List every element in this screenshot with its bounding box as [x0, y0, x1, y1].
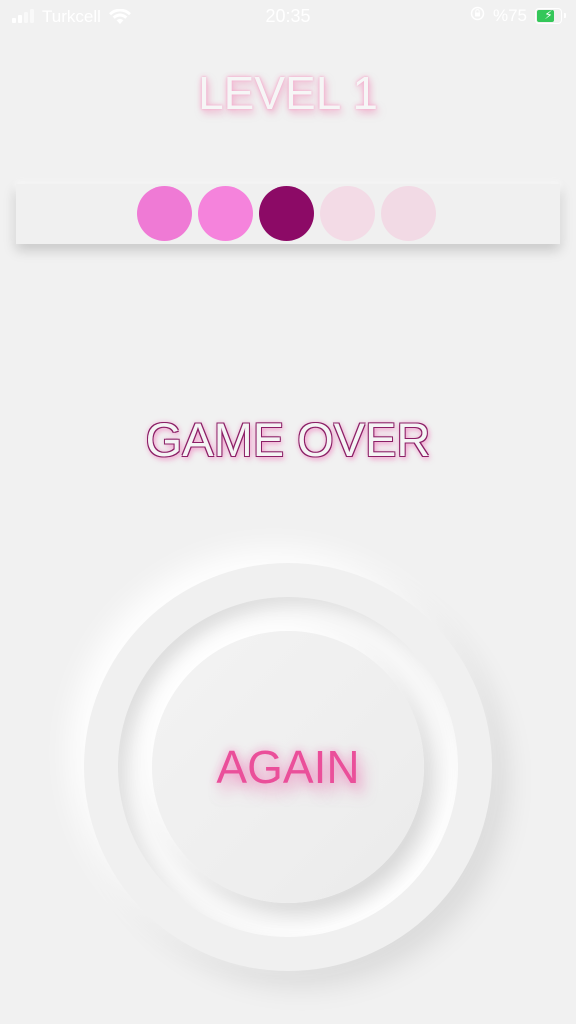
battery-percent: %75 — [492, 6, 527, 25]
sequence-dot-4 — [320, 186, 375, 241]
again-button-frame: AGAIN — [84, 563, 492, 971]
sequence-dot-1 — [137, 186, 192, 241]
sequence-dot-3 — [259, 186, 314, 241]
sequence-dots — [137, 186, 436, 241]
sequence-bar — [16, 184, 560, 244]
charging-bolt-icon: ⚡ — [544, 8, 553, 22]
sequence-dot-5 — [381, 186, 436, 241]
again-button-ring: AGAIN — [118, 597, 458, 937]
status-bar: Turkcell 20:35 %75 ⚡ — [0, 0, 576, 34]
level-title: LEVEL 1 — [198, 67, 378, 119]
battery-icon: ⚡ — [535, 8, 566, 24]
orientation-lock-icon — [470, 6, 485, 26]
status-right: %75 ⚡ — [470, 6, 566, 26]
again-button[interactable]: AGAIN — [152, 631, 424, 903]
game-over-text: GAME OVER — [145, 413, 431, 466]
again-button-label: AGAIN — [216, 741, 360, 793]
sequence-dot-2 — [198, 186, 253, 241]
